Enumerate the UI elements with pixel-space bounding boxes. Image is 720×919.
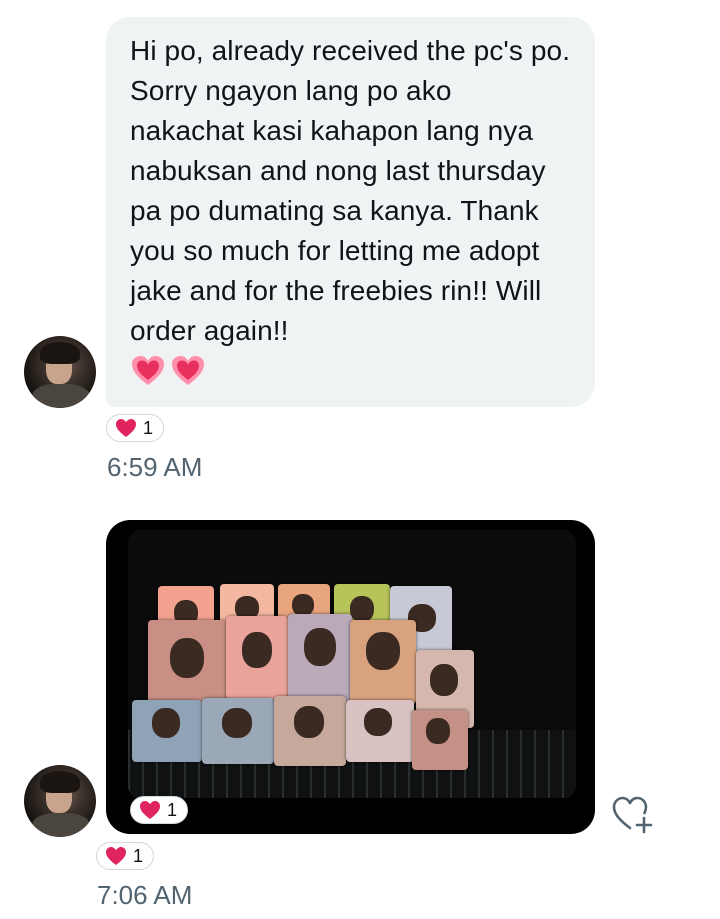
reaction-count: 1 — [133, 845, 144, 866]
reaction-pill[interactable]: 1 — [106, 414, 165, 442]
red-heart-icon — [116, 419, 136, 437]
photocards-photo[interactable] — [128, 530, 576, 798]
avatar[interactable] — [24, 765, 96, 837]
reaction-count: 1 — [167, 799, 178, 820]
message-bubble[interactable]: Hi po, already received the pc's po. Sor… — [106, 17, 595, 407]
photo-reaction-pill[interactable]: 1 — [130, 796, 189, 824]
red-heart-icon — [140, 801, 160, 819]
pink-heart-icon — [172, 356, 204, 385]
emoji-row — [130, 353, 573, 389]
avatar[interactable] — [24, 336, 96, 408]
pink-heart-icon — [132, 356, 164, 385]
message-timestamp: 7:06 AM — [97, 880, 193, 910]
reaction-count: 1 — [143, 417, 154, 438]
photo-message[interactable]: 1 — [106, 520, 595, 834]
red-heart-icon — [106, 847, 126, 865]
message-text: Hi po, already received the pc's po. Sor… — [130, 35, 571, 346]
message-timestamp: 6:59 AM — [107, 452, 203, 482]
heart-plus-icon[interactable] — [610, 792, 654, 836]
reaction-pill[interactable]: 1 — [96, 842, 155, 870]
